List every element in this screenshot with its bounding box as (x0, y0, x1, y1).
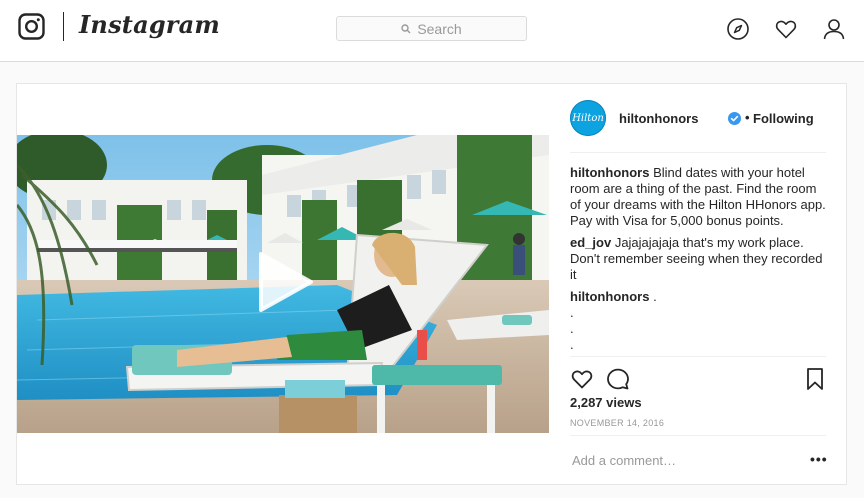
comment-text: . (653, 289, 657, 304)
comment-text-line: . (570, 321, 574, 336)
top-nav: Instagram Search (0, 0, 864, 62)
bookmark-icon[interactable] (804, 367, 826, 391)
comment-item: hiltonhonors Blind dates with your hotel… (570, 165, 826, 229)
comment-username[interactable]: hiltonhonors (570, 289, 649, 304)
add-comment-input[interactable]: Add a comment… (572, 453, 676, 468)
divider (570, 356, 826, 357)
play-icon[interactable] (255, 250, 315, 314)
search-icon (401, 23, 411, 33)
comment-text-line: . (570, 337, 574, 352)
post-sidebar: Hilton hiltonhonors • Following hiltonho… (549, 84, 847, 484)
compass-icon[interactable] (726, 17, 750, 41)
view-count[interactable]: 2,287 views (570, 395, 642, 410)
avatar-logo-text: Hilton (572, 112, 604, 124)
separator-dot: • (745, 110, 750, 125)
instagram-wordmark[interactable]: Instagram (79, 10, 220, 39)
profile-icon[interactable] (822, 17, 846, 41)
post-username[interactable]: hiltonhonors (619, 111, 698, 126)
comments-list: hiltonhonors Blind dates with your hotel… (570, 165, 826, 353)
search-placeholder: Search (417, 20, 462, 37)
following-button[interactable]: Following (753, 111, 814, 126)
post-date: NOVEMBER 14, 2016 (570, 418, 665, 428)
more-options-button[interactable]: ••• (810, 451, 828, 467)
avatar[interactable]: Hilton (570, 100, 606, 136)
divider (570, 435, 826, 436)
comment-text-line: . (570, 305, 574, 320)
comment-username[interactable]: ed_jov (570, 235, 611, 250)
comment-bubble-icon[interactable] (606, 367, 630, 391)
comment-username[interactable]: hiltonhonors (570, 165, 649, 180)
instagram-glyph-icon[interactable] (18, 13, 45, 40)
comment-item: hiltonhonors . . . . (570, 289, 826, 353)
heart-icon[interactable] (774, 17, 798, 41)
post-video[interactable] (17, 135, 549, 433)
nav-divider (63, 12, 64, 41)
comment-item: ed_jov Jajajajajaja that's my work place… (570, 235, 826, 283)
search-input[interactable]: Search (336, 16, 527, 41)
verified-badge-icon (728, 112, 741, 125)
divider (570, 152, 826, 153)
like-heart-icon[interactable] (570, 367, 594, 391)
post-header: Hilton hiltonhonors • Following (549, 84, 847, 152)
post-card: Hilton hiltonhonors • Following hiltonho… (16, 83, 847, 485)
